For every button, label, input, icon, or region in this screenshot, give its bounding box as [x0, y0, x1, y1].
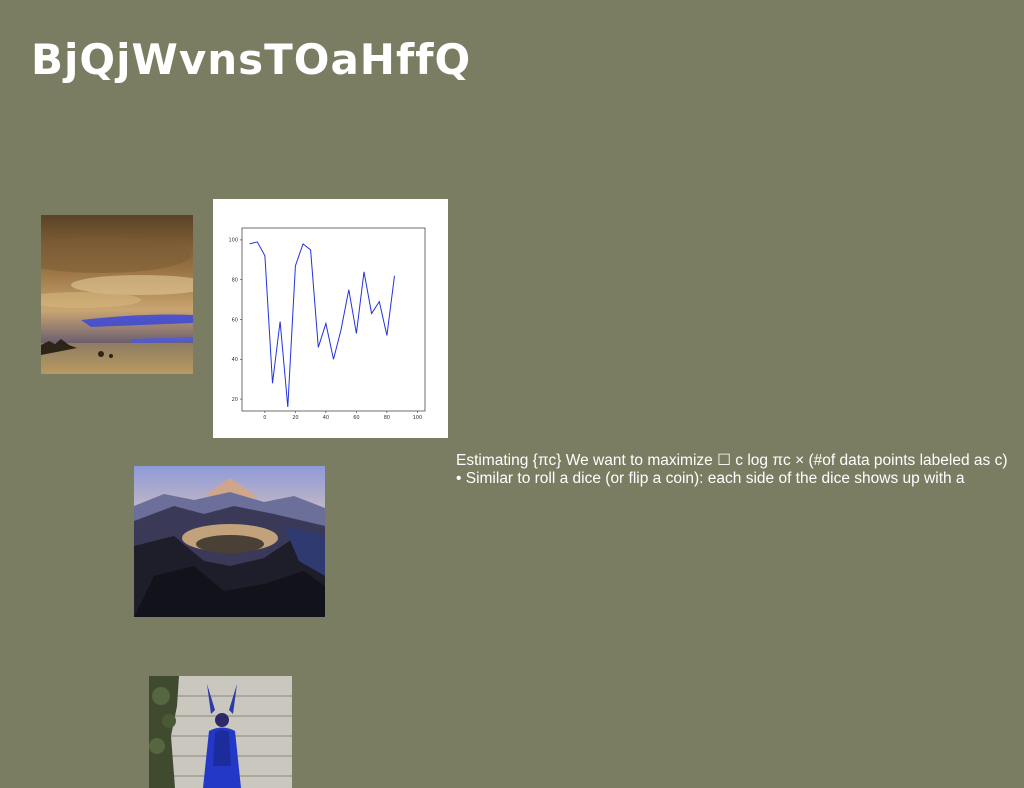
x-tick-label: 40 [323, 415, 329, 421]
y-tick-label: 80 [232, 278, 238, 284]
caption-line-2: • Similar to roll a dice (or flip a coin… [456, 470, 965, 487]
x-tick-label: 0 [263, 415, 266, 421]
series-line [249, 241, 395, 408]
mountain-photo [134, 466, 325, 617]
sunset-photo [41, 215, 193, 374]
x-tick-label: 60 [353, 415, 359, 421]
x-tick-label: 80 [384, 415, 390, 421]
person-photo [149, 676, 292, 788]
line-chart: 0 20 40 60 80 100 20 40 60 80 100 [213, 199, 448, 438]
caption-line-1: Estimating {πc} We want to maximize ☐ c … [456, 452, 1008, 469]
caption-text: Estimating {πc} We want to maximize ☐ c … [456, 452, 1021, 488]
y-tick-label: 60 [232, 317, 238, 323]
x-tick-label: 100 [413, 415, 423, 421]
y-tick-label: 20 [232, 397, 238, 403]
page-title: BjQjWvnsTOaHffQ [31, 35, 472, 84]
y-tick-label: 40 [232, 357, 238, 363]
x-tick-label: 20 [292, 415, 298, 421]
plot-frame [241, 227, 426, 412]
y-tick-label: 100 [228, 238, 238, 244]
